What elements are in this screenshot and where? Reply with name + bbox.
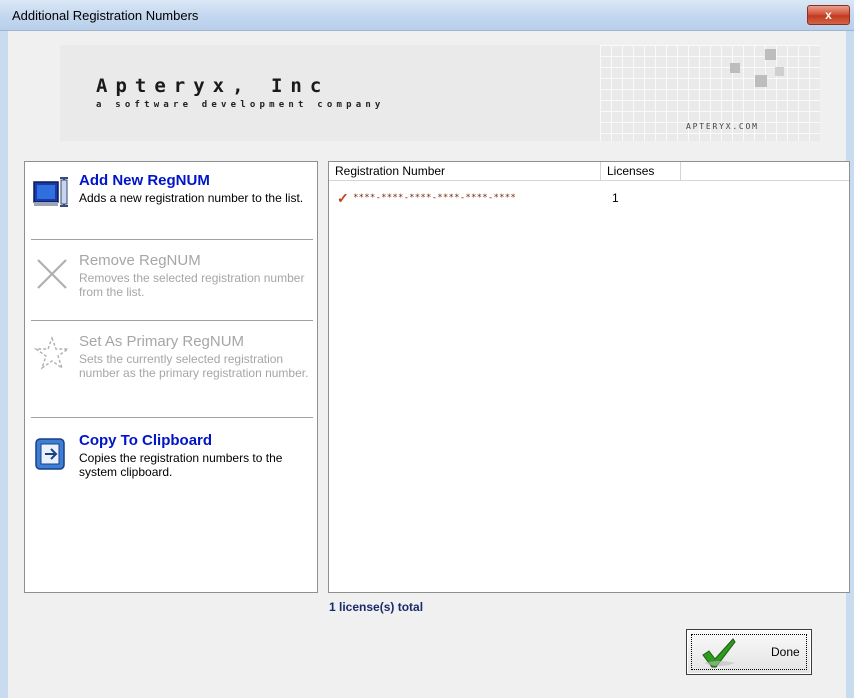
- close-button[interactable]: x: [807, 5, 850, 25]
- add-regnum-action[interactable]: Add New RegNUM Adds a new registration n…: [31, 172, 313, 232]
- check-icon: ✓: [337, 190, 349, 206]
- copy-to-clipboard-action[interactable]: Copy To Clipboard Copies the registratio…: [31, 432, 313, 492]
- clipboard-icon: [35, 438, 65, 470]
- licenses-cell: 1: [612, 191, 619, 205]
- action-title: Remove RegNUM: [79, 252, 201, 269]
- remove-regnum-action[interactable]: Remove RegNUM Removes the selected regis…: [31, 252, 313, 312]
- company-website: APTERYX.COM: [686, 122, 759, 131]
- column-header-registration-number[interactable]: Registration Number: [329, 162, 601, 181]
- separator: [31, 239, 313, 241]
- separator: [31, 417, 313, 419]
- column-header-licenses[interactable]: Licenses: [601, 162, 681, 181]
- action-description: Adds a new registration number to the li…: [79, 191, 304, 205]
- star-outline-icon: [33, 335, 71, 370]
- banner-square: [730, 63, 740, 73]
- company-logo-text: Apteryx, Inc: [96, 75, 330, 97]
- x-remove-icon: [37, 259, 67, 289]
- done-button-label: Done: [771, 645, 800, 659]
- action-title: Add New RegNUM: [79, 172, 210, 189]
- set-primary-action[interactable]: Set As Primary RegNUM Sets the currently…: [31, 333, 313, 409]
- window-title: Additional Registration Numbers: [12, 8, 199, 23]
- company-tagline: a software development company: [96, 100, 385, 110]
- window-frame-left: [0, 31, 8, 698]
- action-description: Removes the selected registration number…: [79, 271, 305, 299]
- banner-square: [755, 75, 767, 87]
- list-row[interactable]: ✓ ****-****-****-****-****-**** 1: [329, 190, 849, 208]
- action-title: Copy To Clipboard: [79, 432, 213, 449]
- action-description: Copies the registration numbers to the s…: [79, 451, 283, 479]
- done-button[interactable]: Done: [686, 629, 812, 675]
- license-total: 1 license(s) total: [329, 600, 424, 614]
- separator: [31, 320, 313, 322]
- column-header-filler: [681, 162, 849, 181]
- registration-list[interactable]: Registration Number Licenses ✓ ****-****…: [328, 161, 850, 593]
- banner-square: [765, 49, 776, 60]
- close-icon: x: [825, 8, 832, 22]
- action-description: Sets the currently selected registration…: [79, 352, 309, 380]
- company-banner: Apteryx, Inc a software development comp…: [60, 45, 820, 141]
- green-checkmark-icon: [702, 638, 736, 668]
- title-bar: Additional Registration Numbers x: [0, 0, 854, 31]
- action-title: Set As Primary RegNUM: [79, 333, 245, 350]
- registration-number-cell: ****-****-****-****-****-****: [353, 193, 516, 203]
- actions-panel: Add New RegNUM Adds a new registration n…: [24, 161, 318, 593]
- banner-square: [775, 67, 784, 76]
- dialog-client-area: Apteryx, Inc a software development comp…: [8, 31, 850, 698]
- monitor-add-icon: [33, 177, 68, 207]
